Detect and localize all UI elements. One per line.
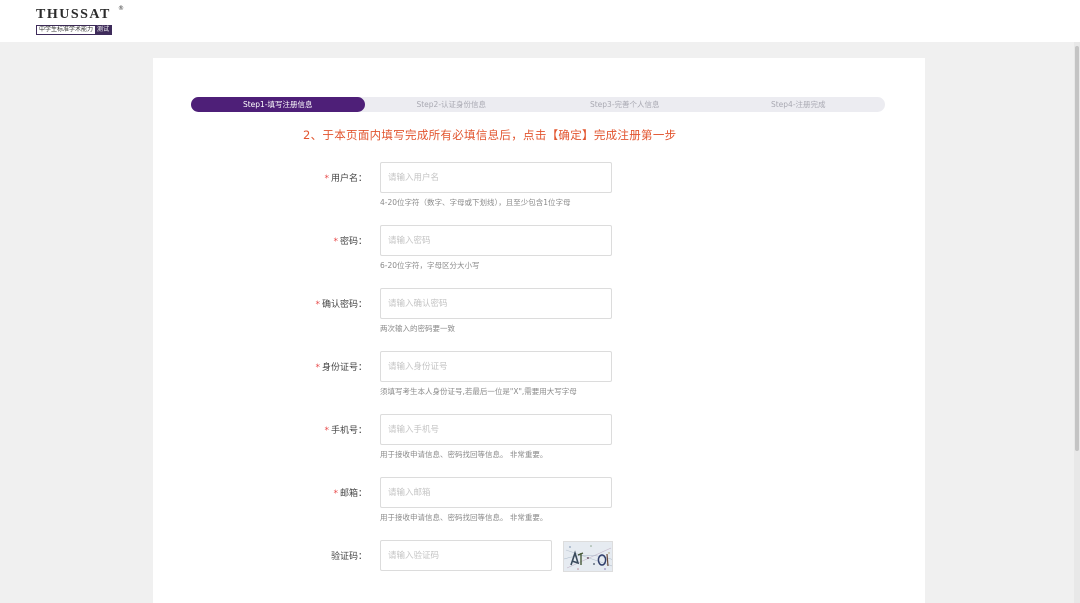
required-mark: * (333, 237, 338, 247)
required-mark: * (315, 363, 320, 373)
confirm-password-label: * 确认密码： (315, 300, 367, 310)
confirm-password-input[interactable] (380, 288, 612, 319)
captcha-label: 验证码： (330, 552, 367, 562)
required-mark: * (324, 426, 329, 436)
page-scrollbar-thumb[interactable] (1075, 46, 1079, 451)
step-4: Step4-注册完成 (770, 100, 826, 109)
brand-subtitle: 中学生标准学术能力 测试 (36, 25, 113, 35)
password-label: * 密码： (333, 237, 367, 247)
captcha-image[interactable] (563, 541, 613, 572)
phone-label: * 手机号： (324, 426, 367, 436)
password-hint: 6-20位字符，字母区分大小写 (380, 261, 480, 270)
step-3: Step3-完善个人信息 (589, 100, 660, 109)
step-2: Step2-认证身份信息 (416, 100, 487, 109)
id-number-label: * 身份证号： (315, 363, 367, 373)
username-input[interactable] (380, 162, 612, 193)
brand-name: THUSSAT (36, 7, 111, 22)
username-hint: 4-20位字符（数字、字母或下划线），且至少包含1位字母 (380, 198, 571, 207)
registered-mark: ® (118, 5, 124, 12)
id-number-hint: 须填写考生本人身份证号,若最后一位是"X",需要用大写字母 (380, 387, 577, 396)
id-number-input[interactable] (380, 351, 612, 382)
brand-subtitle-tag: 测试 (95, 26, 112, 34)
required-mark: * (324, 174, 329, 184)
step-1: Step1-填写注册信息 (191, 97, 365, 112)
instruction-notice: 2、于本页面内填写完成所有必填信息后，点击【确定】完成注册第一步 (303, 128, 677, 142)
required-mark: * (333, 489, 338, 499)
required-mark: * (315, 300, 320, 310)
captcha-input[interactable] (380, 540, 552, 571)
brand-logo[interactable]: THUSSAT ® 中学生标准学术能力 测试 (36, 5, 126, 37)
email-hint: 用于接收申请信息、密码找回等信息。 非常重要。 (380, 513, 548, 522)
email-label: * 邮箱： (333, 489, 367, 499)
confirm-password-hint: 两次输入的密码要一致 (380, 324, 455, 333)
captcha-noise-graphic (564, 542, 612, 571)
password-input[interactable] (380, 225, 612, 256)
brand-subtitle-text: 中学生标准学术能力 (39, 26, 94, 33)
username-label: * 用户名： (324, 174, 367, 184)
registration-card: Step1-填写注册信息 Step2-认证身份信息 Step3-完善个人信息 S… (153, 58, 925, 603)
phone-hint: 用于接收申请信息、密码找回等信息。 非常重要。 (380, 450, 548, 459)
step-progress: Step1-填写注册信息 Step2-认证身份信息 Step3-完善个人信息 S… (191, 97, 885, 112)
top-header: THUSSAT ® 中学生标准学术能力 测试 (0, 0, 1080, 42)
email-input[interactable] (380, 477, 612, 508)
phone-input[interactable] (380, 414, 612, 445)
